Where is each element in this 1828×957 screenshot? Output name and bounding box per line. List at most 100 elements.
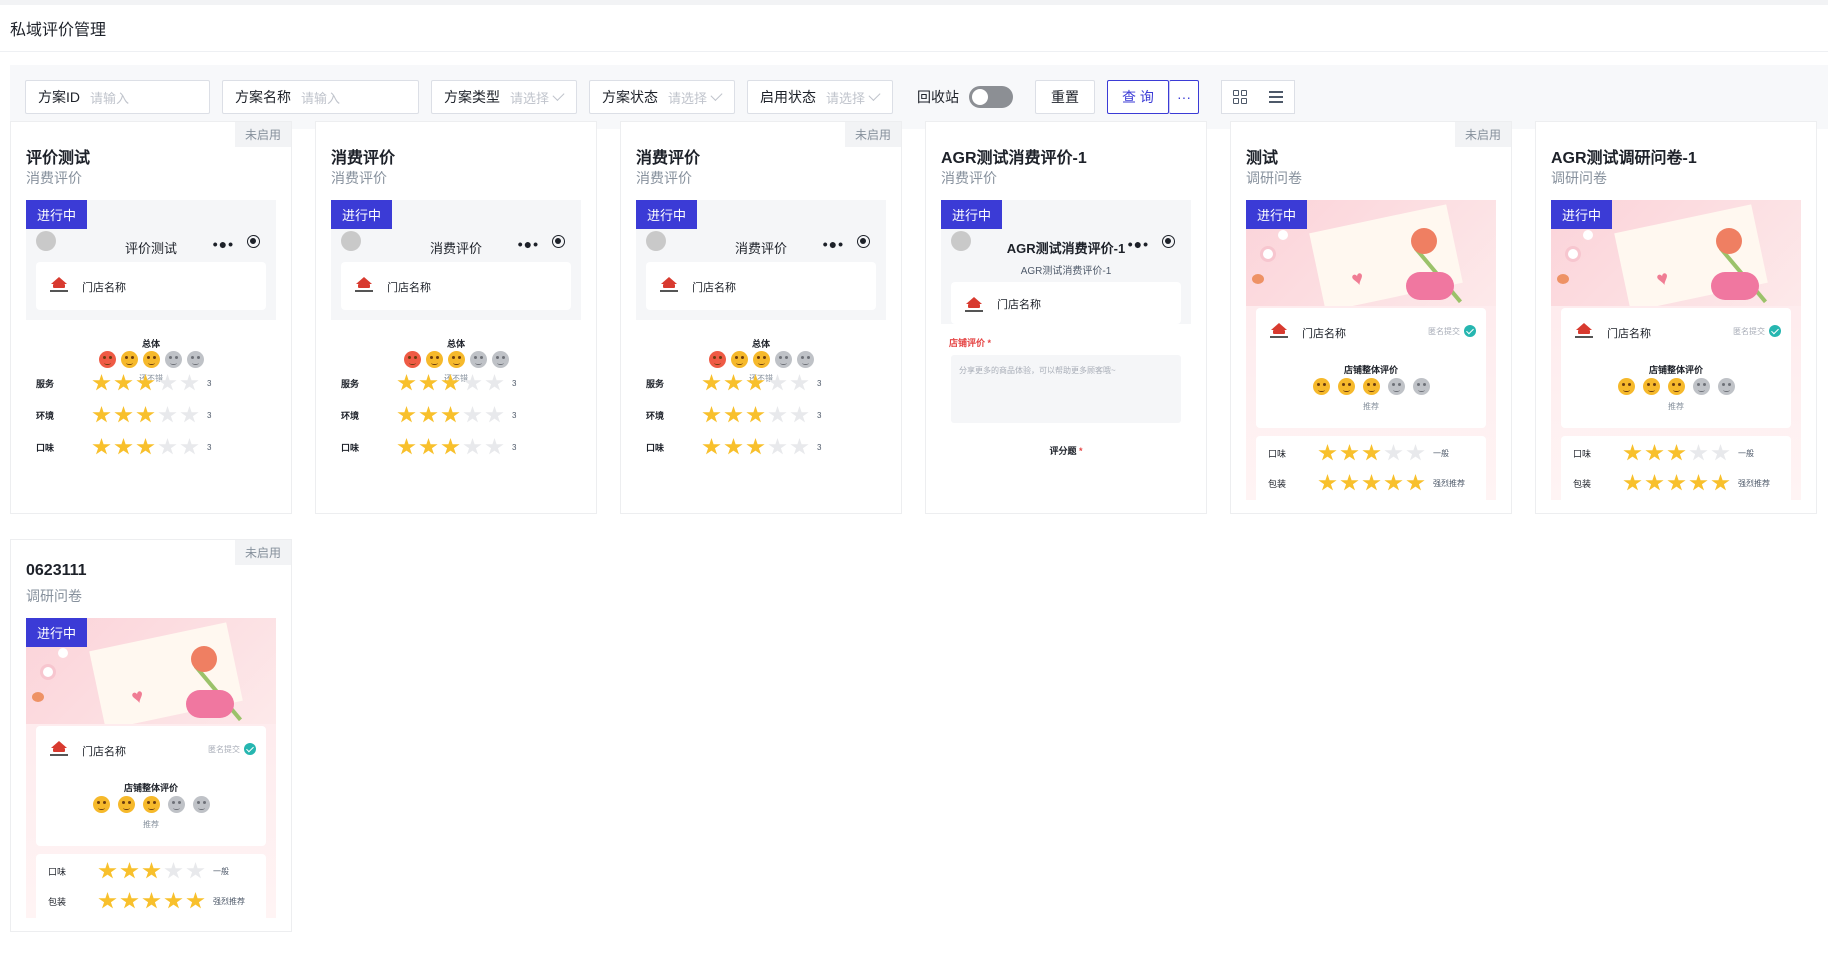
page-title: 私域评价管理 [10,22,107,39]
anonymous-label: 匿名提交 [208,745,240,754]
overall-value: 推荐 [143,820,159,829]
check-circle-icon[interactable] [1464,325,1476,337]
rating-row[interactable]: 环境 3 [36,406,266,424]
card-title: 0623111 [26,562,87,579]
star-icon [92,438,111,455]
enable-status-placeholder: 请选择 [826,90,866,106]
rating-row[interactable]: 口味 一般 [1268,444,1478,462]
star-icon [724,374,743,391]
macaron-decoration [1711,272,1759,300]
small-flower-icon [40,664,56,680]
star-rating [397,406,504,424]
rating-label: 口味 [646,442,665,453]
star-icon [1645,474,1664,491]
emoji-rating[interactable] [331,351,581,368]
emoji-face-icon [774,351,792,368]
rating-value: 一般 [213,866,229,876]
plan-card[interactable]: AGR测试消费评价-1 消费评价 进行中 AGR测试消费评价-1 •●• AGR测试消费评… [925,121,1207,514]
emoji-rating[interactable] [1256,378,1486,395]
rating-row[interactable]: 服务 3 [646,374,876,392]
score-question-label: 评分题 [1049,446,1077,456]
enable-status-label: 启用状态 [760,89,816,105]
plan-type-select[interactable]: 方案类型 请选择 [431,80,577,114]
plan-card[interactable]: 未启用 消费评价 消费评价 进行中 消费评价 •●• 门店名称 总体 还不错 服务 3 环境 3 口味 3 [620,121,902,514]
reset-button[interactable]: 重置 [1035,80,1095,114]
card-type: 调研问卷 [26,588,82,604]
card-preview[interactable]: 进行中 ♥ 门店名称 匿名提交 店铺整体评价 推荐 口味 一般 包装 强烈推荐 [1551,200,1801,500]
grid-view-button[interactable] [1222,81,1258,113]
card-preview[interactable]: 进行中 评价测试 •●• 门店名称 总体 还不错 服务 3 环境 3 口味 3 [26,200,276,500]
rating-row[interactable]: 口味 一般 [1573,444,1783,462]
plan-status-select[interactable]: 方案状态 请选择 [589,80,735,114]
plan-name-input[interactable]: 方案名称 请输入 [222,80,419,114]
rating-row[interactable]: 包装 强烈推荐 [1573,474,1783,492]
rating-row[interactable]: 环境 3 [341,406,571,424]
query-button[interactable]: 查 询 [1107,80,1169,114]
store-name: 门店名称 [997,299,1041,311]
overall-label: 店铺整体评价 [123,783,178,793]
list-view-button[interactable] [1258,81,1294,113]
rating-row[interactable]: 口味 一般 [48,862,258,880]
rating-row[interactable]: 口味 3 [646,438,876,456]
emoji-face-icon [167,796,185,813]
star-icon [1406,444,1425,461]
check-circle-icon[interactable] [244,743,256,755]
emoji-face-icon [186,351,204,368]
more-button[interactable]: ··· [1169,80,1199,114]
plan-card[interactable]: AGR测试调研问卷-1 调研问卷 进行中 ♥ 门店名称 匿名提交 店铺整体评价 推荐 口味 一般包… [1535,121,1817,514]
plan-card[interactable]: 未启用 0623111 调研问卷 进行中 ♥ 门店名称 匿名提交 店铺整体评价 推荐 口味 一般 包装… [10,539,292,932]
store-logo-icon [353,276,375,296]
overall-value: 推荐 [1363,402,1379,411]
emoji-rating[interactable] [636,351,886,368]
star-icon [114,406,133,423]
star-icon [92,406,111,423]
emoji-face-icon [403,351,421,368]
card-preview[interactable]: 进行中 ♥ 门店名称 匿名提交 店铺整体评价 推荐 口味 一般 包装 强烈推荐 [1246,200,1496,500]
star-icon [114,438,133,455]
rating-row[interactable]: 服务 3 [341,374,571,392]
status-badge: 进行中 [331,200,393,229]
star-icon [98,892,117,909]
store-card: 门店名称 [951,282,1181,324]
petal-icon [1252,274,1264,284]
star-icon [441,374,460,391]
rating-row[interactable]: 包装 强烈推荐 [1268,474,1478,492]
rating-row[interactable]: 环境 3 [646,406,876,424]
star-icon [419,406,438,423]
rating-row[interactable]: 服务 3 [36,374,266,392]
card-preview[interactable]: 进行中 消费评价 •●• 门店名称 总体 还不错 服务 3 环境 3 口味 3 [331,200,581,500]
store-logo-icon [1268,322,1290,342]
rating-label: 服务 [646,378,665,389]
plan-card[interactable]: 未启用 测试 调研问卷 进行中 ♥ 门店名称 匿名提交 店铺整体评价 推荐 口味 一般 包装 强烈推荐 [1230,121,1512,514]
page-title-bar: 私域评价管理 [0,5,1828,52]
recycle-bin-toggle[interactable] [969,86,1013,108]
comment-textarea[interactable]: 分享更多的商品体验，可以帮助更多顾客哦~ [951,355,1181,423]
store-name: 门店名称 [1607,328,1651,340]
star-icon [463,374,482,391]
star-icon [746,374,765,391]
enable-status-select[interactable]: 启用状态 请选择 [747,80,893,114]
survey-rating-card: 口味 一般包装 强烈推荐 [1256,436,1486,500]
plan-id-input[interactable]: 方案ID 请输入 [25,80,210,114]
plan-card[interactable]: 消费评价 消费评价 进行中 消费评价 •●• 门店名称 总体 还不错 服务 3 环境 3 口味 3 [315,121,597,514]
macaron-decoration [186,690,234,718]
small-flower-icon [1260,246,1276,262]
status-badge: 进行中 [1551,200,1613,229]
emoji-face-icon [1387,378,1405,395]
card-preview[interactable]: 进行中 消费评价 •●• 门店名称 总体 还不错 服务 3 环境 3 口味 3 [636,200,886,500]
check-circle-icon[interactable] [1769,325,1781,337]
rating-row[interactable]: 口味 3 [341,438,571,456]
emoji-rating[interactable] [1561,378,1791,395]
star-icon [485,374,504,391]
emoji-rating[interactable] [26,351,276,368]
rating-row[interactable]: 包装 强烈推荐 [48,892,258,910]
comment-label: 店铺评价 * [949,338,992,348]
petal-icon [1557,274,1569,284]
plan-card[interactable]: 未启用 评价测试 消费评价 进行中 评价测试 •●• 门店名称 总体 还不错 服务 3 环境 3 口味 3 [10,121,292,514]
emoji-face-icon [164,351,182,368]
rating-row[interactable]: 口味 3 [36,438,266,456]
emoji-rating[interactable] [36,796,266,813]
card-preview[interactable]: 进行中 ♥ 门店名称 匿名提交 店铺整体评价 推荐 口味 一般 包装 强烈推荐 [26,618,276,918]
more-dots-icon: •●• [1127,236,1149,252]
card-preview[interactable]: 进行中 AGR测试消费评价-1 •●• AGR测试消费评价-1 门店名称 店铺评价 * 分享… [941,200,1191,500]
